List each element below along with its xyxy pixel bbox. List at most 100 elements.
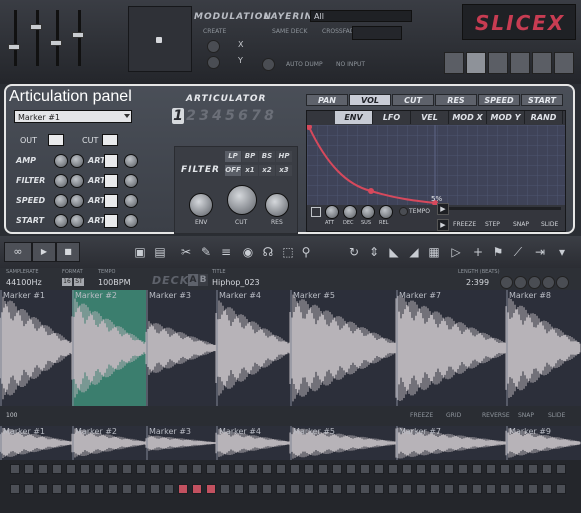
row-art-select[interactable] [104, 154, 118, 168]
filter-mode-x2[interactable]: x2 [259, 165, 275, 176]
deck-a-button[interactable]: A [188, 274, 198, 286]
main-waveform[interactable]: Marker #1 Marker #2 Marker #3 Marker #4 Mark… [0, 290, 581, 406]
marker-label[interactable]: Marker #2 [75, 291, 117, 300]
row-knob-1[interactable] [54, 214, 68, 228]
slice-pad[interactable] [556, 484, 566, 494]
marker-label[interactable]: Marker #7 [399, 427, 441, 436]
tool-icon[interactable]: ✎ [198, 244, 214, 260]
env-knob[interactable] [189, 193, 213, 217]
slice-pad[interactable] [360, 484, 370, 494]
slice-pad[interactable] [542, 484, 552, 494]
slice-pad[interactable] [458, 484, 468, 494]
marker-label[interactable]: Marker #9 [509, 427, 551, 436]
slice-pad[interactable] [24, 484, 34, 494]
layout-button-4[interactable] [510, 52, 530, 74]
export-icon[interactable]: ⇥ [532, 244, 548, 260]
target-tab-res[interactable]: RES [435, 94, 477, 106]
loop-icon[interactable]: ∞ [4, 242, 32, 262]
slice-pad[interactable] [80, 464, 90, 474]
dec-knob[interactable] [343, 205, 357, 219]
target-tab-start[interactable]: START [521, 94, 563, 106]
row-knob-3[interactable] [124, 154, 138, 168]
envelope-tab-rand[interactable]: RAND [525, 111, 563, 124]
envelope-tab-mod-y[interactable]: MOD Y [487, 111, 525, 124]
slice-pad[interactable] [248, 464, 258, 474]
slice-pad[interactable] [290, 484, 300, 494]
slice-pad[interactable] [374, 484, 384, 494]
envelope-point[interactable] [368, 188, 374, 194]
slice-pad[interactable] [444, 464, 454, 474]
slice-pad[interactable] [178, 484, 188, 494]
slice-pad[interactable] [500, 484, 510, 494]
articulator-number-4[interactable]: 4 [211, 108, 223, 124]
slice-pad[interactable] [52, 464, 62, 474]
envelope-scrollbar[interactable] [449, 207, 561, 210]
articulator-number-8[interactable]: 8 [263, 108, 275, 124]
layout-button-2[interactable] [466, 52, 486, 74]
slice-pad[interactable] [122, 464, 132, 474]
filter-mode-x1[interactable]: x1 [242, 165, 258, 176]
menu-icon[interactable]: ▾ [554, 244, 570, 260]
slice-pad[interactable] [556, 464, 566, 474]
envelope-tab-lfo[interactable]: LFO [373, 111, 411, 124]
settings-icon[interactable] [542, 276, 555, 289]
dump-button[interactable] [262, 58, 275, 71]
slice-pad[interactable] [206, 484, 216, 494]
row-knob-2[interactable] [70, 154, 84, 168]
target-tab-cut[interactable]: CUT [392, 94, 434, 106]
sus-knob[interactable] [361, 205, 375, 219]
layout-button-1[interactable] [444, 52, 464, 74]
envelope-tab-env[interactable]: ENV [335, 111, 373, 124]
marker-label[interactable]: Marker #5 [293, 291, 335, 300]
row-knob-2[interactable] [70, 214, 84, 228]
rel-knob[interactable] [379, 205, 393, 219]
marker-label[interactable]: Marker #3 [149, 427, 191, 436]
zoom-icon[interactable]: ⚲ [298, 244, 314, 260]
cut-knob[interactable] [227, 185, 257, 215]
slice-pad[interactable] [164, 484, 174, 494]
row-knob-3[interactable] [124, 174, 138, 188]
slice-pad[interactable] [10, 484, 20, 494]
slice-pad[interactable] [178, 464, 188, 474]
slice-pad[interactable] [262, 484, 272, 494]
fade-icon[interactable]: ◣ [386, 244, 402, 260]
play-button[interactable]: ▶ [32, 242, 56, 262]
row-knob-3[interactable] [124, 214, 138, 228]
slice-pad[interactable] [24, 464, 34, 474]
crosshair-icon[interactable] [500, 276, 513, 289]
envelope-graph[interactable] [307, 125, 565, 205]
slice-pad[interactable] [276, 484, 286, 494]
slice-pad[interactable] [402, 484, 412, 494]
slice-pad[interactable] [234, 464, 244, 474]
layout-button-3[interactable] [488, 52, 508, 74]
slice-pad[interactable] [150, 464, 160, 474]
slice-pad[interactable] [360, 464, 370, 474]
articulator-number-5[interactable]: 5 [224, 108, 236, 124]
marker-label[interactable]: Marker #7 [399, 291, 441, 300]
eye-icon[interactable]: ◉ [240, 244, 256, 260]
slice-pad[interactable] [430, 464, 440, 474]
row-knob-3[interactable] [124, 194, 138, 208]
fader-3[interactable] [50, 40, 62, 46]
marker-label[interactable]: Marker #3 [149, 291, 191, 300]
play-icon[interactable]: ▶ [437, 219, 449, 231]
slice-pad[interactable] [52, 484, 62, 494]
slice-pad[interactable] [304, 464, 314, 474]
slice-pad[interactable] [94, 464, 104, 474]
slice-pad[interactable] [388, 484, 398, 494]
row-knob-1[interactable] [54, 154, 68, 168]
slice-pad[interactable] [10, 464, 20, 474]
cut-icon[interactable]: ✂ [178, 244, 194, 260]
slice-pad[interactable] [528, 464, 538, 474]
articulator-number-7[interactable]: 7 [250, 108, 262, 124]
out-select[interactable] [48, 134, 64, 146]
row-knob-2[interactable] [70, 174, 84, 188]
slice-pad[interactable] [38, 484, 48, 494]
filter-type-lp[interactable]: LP [225, 151, 241, 162]
row-art-select[interactable] [104, 214, 118, 228]
envelope-tab-vel[interactable]: VEL [411, 111, 449, 124]
slice-pad[interactable] [136, 484, 146, 494]
slice-pad[interactable] [220, 484, 230, 494]
slice-pad[interactable] [388, 464, 398, 474]
link-icon[interactable] [514, 276, 527, 289]
